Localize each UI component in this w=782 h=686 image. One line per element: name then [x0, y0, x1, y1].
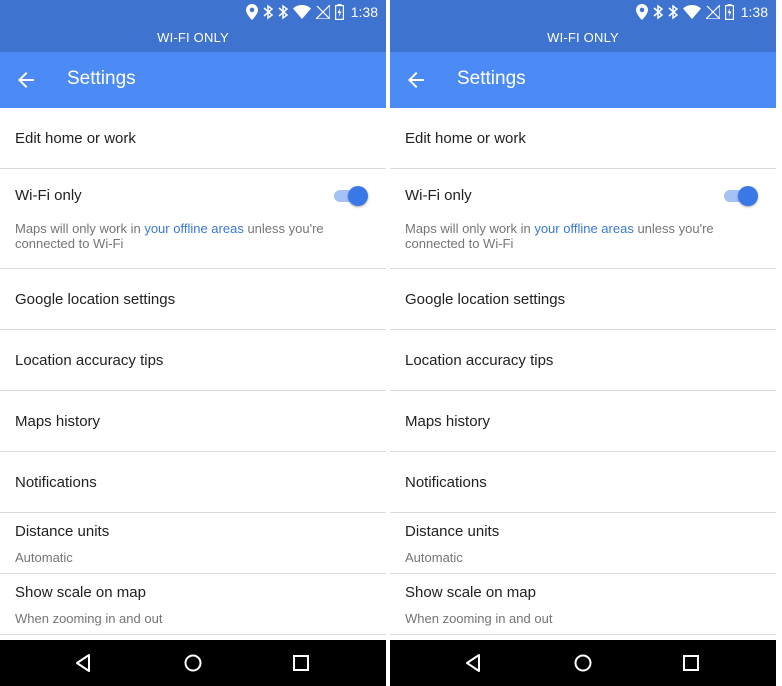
battery-icon [334, 4, 344, 20]
setting-description: Maps will only work in your offline area… [405, 221, 735, 251]
setting-google-location[interactable]: Google location settings [390, 269, 776, 330]
wifi-icon [682, 5, 701, 19]
back-arrow-icon[interactable] [14, 68, 38, 92]
toggle-thumb [738, 186, 758, 206]
setting-value: Automatic [405, 550, 463, 565]
navigation-bar [0, 640, 386, 686]
status-bar: 1:38 WI-FI ONLY [0, 0, 386, 52]
bluetooth-icon [653, 4, 663, 20]
home-nav-icon[interactable] [182, 652, 204, 674]
setting-label: Distance units [15, 523, 110, 540]
recents-nav-icon[interactable] [290, 652, 312, 674]
description-text: Maps will only work in [405, 221, 535, 236]
setting-label: Show scale on map [15, 584, 146, 601]
setting-label: Location accuracy tips [15, 352, 164, 369]
setting-label: Edit home or work [405, 130, 526, 147]
setting-label: Notifications [15, 474, 97, 491]
bluetooth-icon [668, 4, 678, 20]
wifi-icon [292, 5, 311, 19]
setting-wifi-only[interactable]: Wi-Fi only Maps will only work in your o… [390, 169, 776, 269]
wifi-only-toggle[interactable] [334, 185, 368, 207]
setting-label: Notifications [405, 474, 487, 491]
setting-show-scale[interactable]: Show scale on map When zooming in and ou… [390, 574, 776, 635]
battery-icon [724, 4, 734, 20]
wifi-only-banner: WI-FI ONLY [157, 30, 229, 45]
setting-show-scale[interactable]: Show scale on map When zooming in and ou… [0, 574, 386, 635]
location-icon [245, 4, 258, 20]
offline-areas-link[interactable]: your offline areas [534, 221, 634, 236]
toggle-thumb [348, 186, 368, 206]
app-bar: Settings [390, 52, 776, 108]
bluetooth-icon [263, 4, 273, 20]
status-icons: 1:38 [245, 3, 378, 21]
phone-screen-right: 1:38 WI-FI ONLY Settings Edit home or wo… [390, 0, 776, 686]
setting-maps-history[interactable]: Maps history [390, 391, 776, 452]
status-icons: 1:38 [635, 3, 768, 21]
status-bar: 1:38 WI-FI ONLY [390, 0, 776, 52]
bluetooth-icon [278, 4, 288, 20]
recents-nav-icon[interactable] [680, 652, 702, 674]
navigation-bar [390, 640, 776, 686]
setting-label: Distance units [405, 523, 500, 540]
setting-value: Automatic [15, 550, 73, 565]
description-text: Maps will only work in [15, 221, 145, 236]
setting-label: Location accuracy tips [405, 352, 554, 369]
setting-value: When zooming in and out [405, 611, 553, 626]
setting-label: Wi-Fi only [15, 187, 82, 204]
setting-location-accuracy-tips[interactable]: Location accuracy tips [390, 330, 776, 391]
setting-edit-home-work[interactable]: Edit home or work [390, 108, 776, 169]
app-bar: Settings [0, 52, 386, 108]
phone-screen-left: 1:38 WI-FI ONLY Settings Edit home or wo… [0, 0, 386, 686]
no-signal-icon [705, 5, 720, 19]
offline-areas-link[interactable]: your offline areas [144, 221, 244, 236]
setting-label: Edit home or work [15, 130, 136, 147]
setting-maps-history[interactable]: Maps history [0, 391, 386, 452]
page-title: Settings [67, 68, 136, 89]
setting-label: Maps history [405, 413, 491, 430]
back-nav-icon[interactable] [73, 652, 95, 674]
setting-label: Wi-Fi only [405, 187, 472, 204]
status-time: 1:38 [740, 4, 768, 20]
setting-label: Google location settings [405, 291, 566, 308]
setting-location-accuracy-tips[interactable]: Location accuracy tips [0, 330, 386, 391]
settings-list: Edit home or work Wi-Fi only Maps will o… [0, 108, 386, 635]
home-nav-icon[interactable] [572, 652, 594, 674]
status-time: 1:38 [350, 4, 378, 20]
wifi-only-toggle[interactable] [724, 185, 758, 207]
page-title: Settings [457, 68, 526, 89]
no-signal-icon [315, 5, 330, 19]
setting-wifi-only[interactable]: Wi-Fi only Maps will only work in your o… [0, 169, 386, 269]
setting-label: Show scale on map [405, 584, 536, 601]
settings-list: Edit home or work Wi-Fi only Maps will o… [390, 108, 776, 635]
setting-distance-units[interactable]: Distance units Automatic [0, 513, 386, 574]
back-arrow-icon[interactable] [404, 68, 428, 92]
location-icon [635, 4, 648, 20]
setting-edit-home-work[interactable]: Edit home or work [0, 108, 386, 169]
setting-google-location[interactable]: Google location settings [0, 269, 386, 330]
setting-description: Maps will only work in your offline area… [15, 221, 345, 251]
setting-label: Maps history [15, 413, 101, 430]
setting-distance-units[interactable]: Distance units Automatic [390, 513, 776, 574]
setting-notifications[interactable]: Notifications [0, 452, 386, 513]
setting-value: When zooming in and out [15, 611, 163, 626]
back-nav-icon[interactable] [463, 652, 485, 674]
setting-label: Google location settings [15, 291, 176, 308]
setting-notifications[interactable]: Notifications [390, 452, 776, 513]
wifi-only-banner: WI-FI ONLY [547, 30, 619, 45]
